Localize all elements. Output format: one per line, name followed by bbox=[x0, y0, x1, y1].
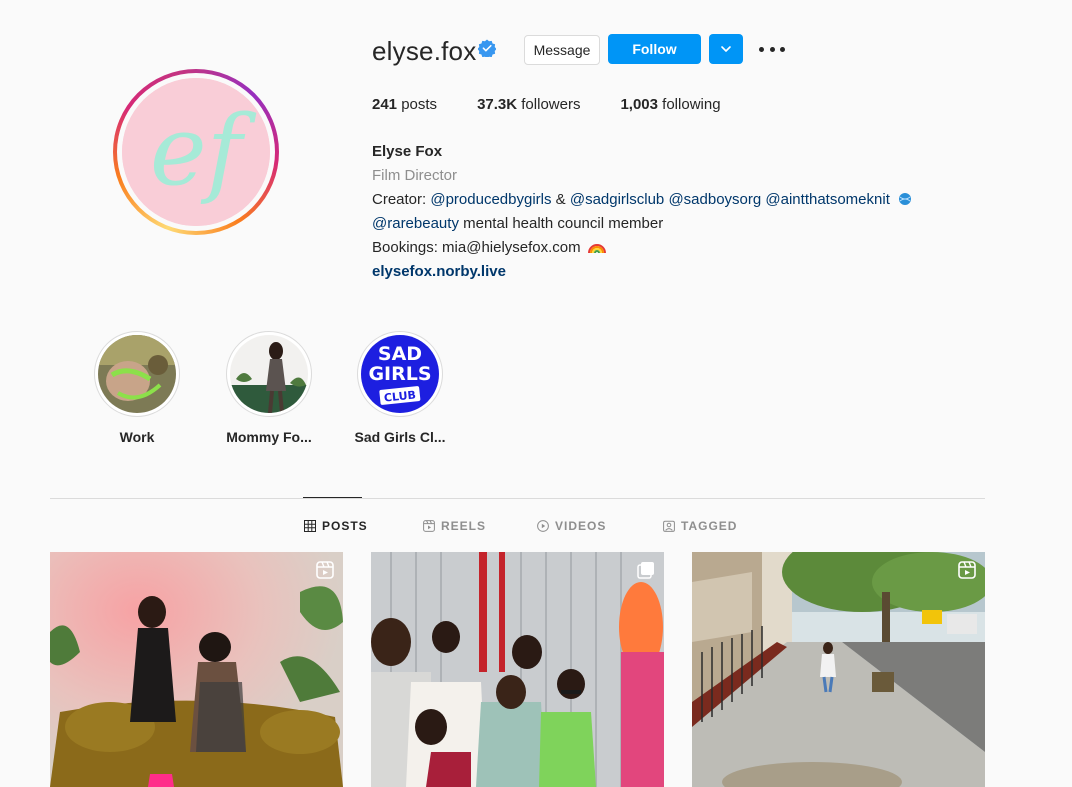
profile-avatar[interactable]: ef bbox=[113, 69, 279, 235]
followers-link[interactable]: 37.3K followers bbox=[477, 96, 580, 113]
verified-badge-icon bbox=[478, 39, 496, 57]
bio-line-creator: Creator: @producedbygirls & @sadgirlsclu… bbox=[372, 188, 972, 212]
message-button[interactable]: Message bbox=[524, 35, 600, 65]
carousel-badge-icon bbox=[637, 562, 654, 579]
reel-badge-icon bbox=[958, 561, 976, 579]
post-image bbox=[50, 552, 343, 787]
bio-line-bookings: Bookings: mia@hielysefox.com bbox=[372, 236, 972, 260]
mention-aintthatsomeknit[interactable]: @aintthatsomeknit bbox=[765, 191, 889, 208]
highlight-cover bbox=[98, 335, 176, 413]
avatar-image: ef bbox=[122, 78, 270, 226]
svg-text:ef: ef bbox=[150, 95, 257, 207]
post-image bbox=[692, 552, 985, 787]
bio-external-link[interactable]: elysefox.norby.live bbox=[372, 260, 972, 284]
profile-category: Film Director bbox=[372, 167, 457, 184]
chevron-down-icon bbox=[721, 46, 731, 52]
grid-icon bbox=[304, 520, 316, 532]
profile-full-name: Elyse Fox bbox=[372, 143, 443, 160]
mention-sadgirlsclub[interactable]: @sadgirlsclub bbox=[570, 191, 664, 208]
play-icon bbox=[537, 520, 549, 532]
highlight-cover bbox=[230, 335, 308, 413]
profile-stats: 241 posts 37.3K followers 1,003 followin… bbox=[372, 96, 761, 113]
active-tab-indicator bbox=[303, 497, 362, 498]
highlight-label: Work bbox=[119, 429, 155, 445]
highlight-cover: SAD GIRLS CLUB bbox=[361, 335, 439, 413]
svg-text:GIRLS: GIRLS bbox=[368, 363, 431, 385]
highlight-label: Sad Girls Cl... bbox=[354, 429, 446, 445]
suggested-accounts-button[interactable] bbox=[709, 34, 743, 64]
post-tile[interactable] bbox=[50, 552, 343, 787]
highlight-work[interactable]: Work bbox=[87, 331, 187, 445]
post-image bbox=[371, 552, 664, 787]
rainbow-emoji-icon bbox=[587, 244, 606, 254]
highlight-sad-girls-club[interactable]: SAD GIRLS CLUB Sad Girls Cl... bbox=[350, 331, 450, 445]
tabs-divider bbox=[50, 498, 985, 499]
highlight-mommy[interactable]: Mommy Fo... bbox=[219, 331, 319, 445]
tab-reels[interactable]: REELS bbox=[423, 519, 486, 533]
highlight-label: Mommy Fo... bbox=[226, 429, 312, 445]
tab-tagged[interactable]: TAGGED bbox=[663, 519, 737, 533]
following-link[interactable]: 1,003 following bbox=[620, 96, 720, 113]
reels-icon bbox=[423, 520, 435, 532]
tagged-icon bbox=[663, 520, 675, 532]
profile-username: elyse.fox bbox=[372, 36, 477, 66]
yarn-emoji-icon bbox=[899, 193, 912, 205]
bio-line-rarebeauty: @rarebeauty mental health council member bbox=[372, 215, 664, 232]
follow-button[interactable]: Follow bbox=[608, 34, 701, 64]
mention-producedbygirls[interactable]: @producedbygirls bbox=[430, 191, 551, 208]
mention-sadboysorg[interactable]: @sadboysorg bbox=[668, 191, 761, 208]
tab-posts[interactable]: POSTS bbox=[304, 519, 368, 533]
mention-rarebeauty[interactable]: @rarebeauty bbox=[372, 215, 459, 232]
posts-count: 241 posts bbox=[372, 96, 438, 113]
tab-videos[interactable]: VIDEOS bbox=[537, 519, 606, 533]
reel-badge-icon bbox=[316, 561, 334, 579]
more-options-icon[interactable] bbox=[759, 38, 785, 60]
post-tile[interactable] bbox=[371, 552, 664, 787]
post-tile[interactable] bbox=[692, 552, 985, 787]
profile-bio: Elyse Fox Film Director Creator: @produc… bbox=[372, 140, 972, 284]
svg-text:SAD: SAD bbox=[378, 343, 422, 365]
